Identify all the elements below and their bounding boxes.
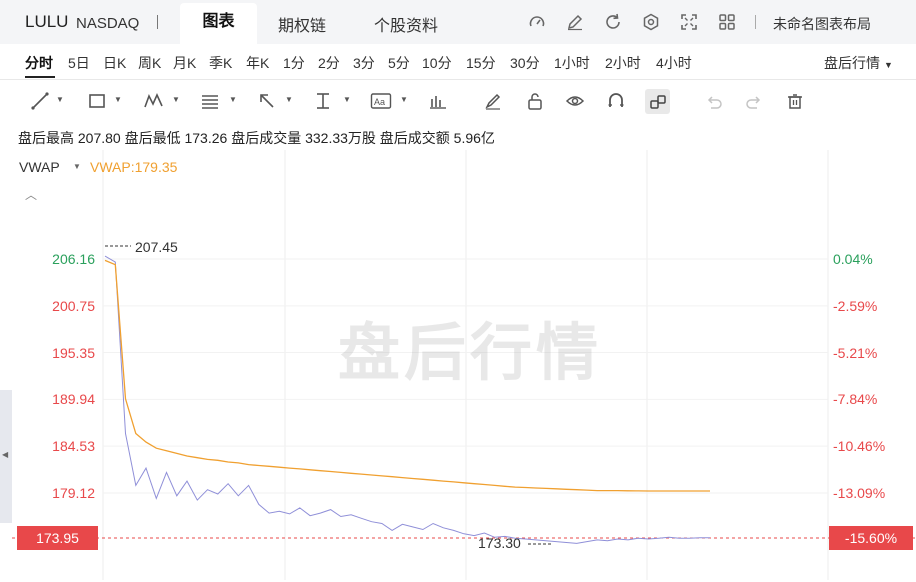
low-marker-label: 173.30 [478,535,521,551]
chart-lines [12,245,916,545]
chevron-down-icon[interactable]: ▼ [73,162,81,171]
percent-label: -5.21% [833,345,878,361]
collapse-icon[interactable]: ︿ [25,186,37,203]
price-label: 195.35 [52,345,95,361]
current-price-badge: 173.95 [17,526,98,550]
price-label: 179.12 [52,485,95,501]
percent-label: -2.59% [833,298,878,314]
percent-label: -13.09% [833,485,886,501]
current-percent-badge: -15.60% [829,526,913,550]
indicator-name[interactable]: VWAP [19,159,60,175]
price-chart[interactable] [0,0,916,582]
percent-label: -7.84% [833,391,878,407]
price-label: 184.53 [52,438,95,454]
high-marker-label: 207.45 [135,239,178,255]
price-label: 189.94 [52,391,95,407]
percent-label: 0.04% [833,251,873,267]
side-panel-toggle[interactable]: ◀ [0,390,12,523]
price-label: 206.16 [52,251,95,267]
percent-label: -10.46% [833,438,886,454]
price-label: 200.75 [52,298,95,314]
watermark: 盘后行情 [338,319,603,388]
vwap-value: VWAP:179.35 [90,159,178,175]
